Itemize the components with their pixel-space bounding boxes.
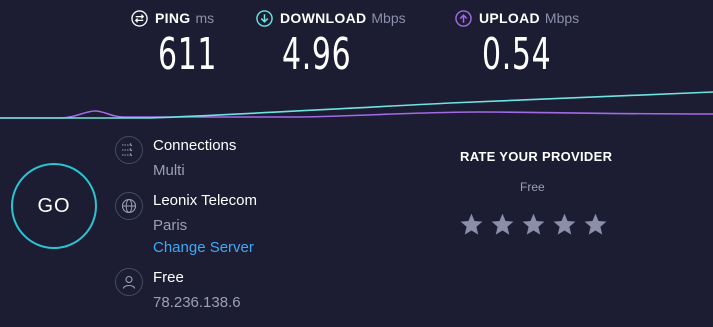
ping-label: PING (155, 10, 191, 26)
ping-icon (131, 9, 148, 27)
go-button[interactable]: GO (11, 163, 97, 249)
rate-provider-isp: Free (520, 180, 545, 194)
connections-icon-wrap (115, 136, 143, 164)
ping-value: 611 (158, 29, 218, 80)
upload-header: UPLOAD Mbps (455, 8, 579, 28)
connections-value[interactable]: Multi (153, 162, 185, 179)
client-ip: 78.236.138.6 (153, 294, 241, 311)
download-label: DOWNLOAD (280, 10, 367, 26)
upload-speed-line (0, 110, 713, 119)
download-metric: DOWNLOAD Mbps 4.96 (256, 8, 406, 88)
star-icon-2[interactable] (490, 212, 515, 237)
ping-unit: ms (195, 10, 215, 26)
upload-value: 0.54 (482, 29, 552, 80)
server-name: Leonix Telecom (153, 192, 257, 209)
download-value: 4.96 (282, 29, 352, 80)
download-arrow-icon (256, 9, 273, 27)
ping-header: PING ms (131, 8, 214, 28)
star-icon-4[interactable] (552, 212, 577, 237)
globe-icon (121, 198, 137, 214)
connections-icon (122, 143, 133, 157)
rating-stars (459, 212, 608, 237)
user-icon-wrap (115, 268, 143, 296)
star-icon-3[interactable] (521, 212, 546, 237)
upload-label: UPLOAD (479, 10, 540, 26)
star-icon-5[interactable] (583, 212, 608, 237)
user-icon (122, 275, 136, 289)
connections-title: Connections (153, 137, 237, 154)
star-icon-1[interactable] (459, 212, 484, 237)
upload-metric: UPLOAD Mbps 0.54 (455, 8, 579, 88)
upload-unit: Mbps (544, 10, 580, 26)
client-isp: Free (153, 269, 184, 286)
download-unit: Mbps (371, 10, 406, 26)
ping-metric: PING ms 611 (131, 8, 218, 88)
speed-graph (0, 91, 713, 119)
upload-arrow-icon (455, 9, 472, 27)
change-server-link[interactable]: Change Server (153, 239, 254, 256)
download-header: DOWNLOAD Mbps (256, 8, 406, 28)
globe-icon-wrap (115, 192, 143, 220)
rate-provider-title: RATE YOUR PROVIDER (460, 149, 613, 164)
server-location: Paris (153, 217, 188, 234)
